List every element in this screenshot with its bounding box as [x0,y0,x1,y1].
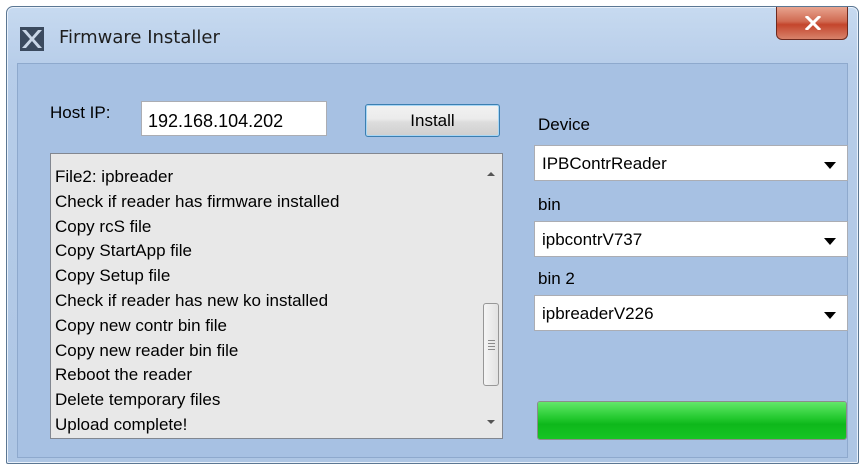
bin-select[interactable]: ipbcontrV737 [534,221,848,257]
chevron-down-icon [824,312,836,319]
bin2-selected-value: ipbreaderV226 [542,304,654,323]
log-line[interactable]: Check if reader has firmware installed [55,190,478,215]
log-line[interactable]: File2: ipbreader [55,165,478,190]
bin2-select[interactable]: ipbreaderV226 [534,295,848,331]
log-line[interactable]: Upload complete! [55,413,478,438]
device-select[interactable]: IPBContrReader [534,145,848,181]
close-button[interactable] [776,7,848,40]
grip-line [488,349,495,350]
log-listbox[interactable]: File2: ipbreader Check if reader has firm… [50,153,503,439]
grip-line [488,343,495,344]
log-line[interactable]: Reboot the reader [55,363,478,388]
window-title: Firmware Installer [59,27,220,48]
log-line[interactable]: Copy new reader bin file [55,339,478,364]
log-line[interactable]: Delete temporary files [55,388,478,413]
log-scrollbar[interactable] [482,155,501,437]
close-icon [805,16,821,30]
bin2-label: bin 2 [538,269,575,288]
log-list: File2: ipbreader Check if reader has firm… [55,165,478,438]
log-line[interactable]: Check if reader has new ko installed [55,289,478,314]
firmware-installer-window: Firmware Installer Host IP: Install File… [6,6,859,464]
client-area: Host IP: Install File2: ipbreaderCheck i… [17,63,848,458]
chevron-down-icon [824,238,836,245]
device-selected-value: IPBContrReader [542,154,667,173]
log-line[interactable]: Copy rcS file [55,215,478,240]
chevron-down-icon [824,162,836,169]
upload-progress-bar [537,401,847,440]
bin-selected-value: ipbcontrV737 [542,230,643,249]
log-line[interactable]: Copy new contr bin file [55,314,478,339]
bin-label: bin [538,195,561,214]
scrollbar-thumb[interactable] [483,303,499,386]
scroll-down-arrow-icon[interactable] [486,419,496,425]
title-bar[interactable]: Firmware Installer [7,7,858,57]
progress-fill [538,402,846,439]
grip-line [488,340,495,341]
scroll-up-arrow-icon[interactable] [486,171,496,177]
grip-line [488,346,495,347]
install-button[interactable]: Install [365,104,500,137]
log-line[interactable]: Copy Setup file [55,264,478,289]
device-label: Device [538,115,590,134]
app-icon [20,27,44,51]
log-line[interactable]: Copy StartApp file [55,239,478,264]
host-ip-label: Host IP: [50,103,111,122]
host-ip-input[interactable] [141,101,327,136]
